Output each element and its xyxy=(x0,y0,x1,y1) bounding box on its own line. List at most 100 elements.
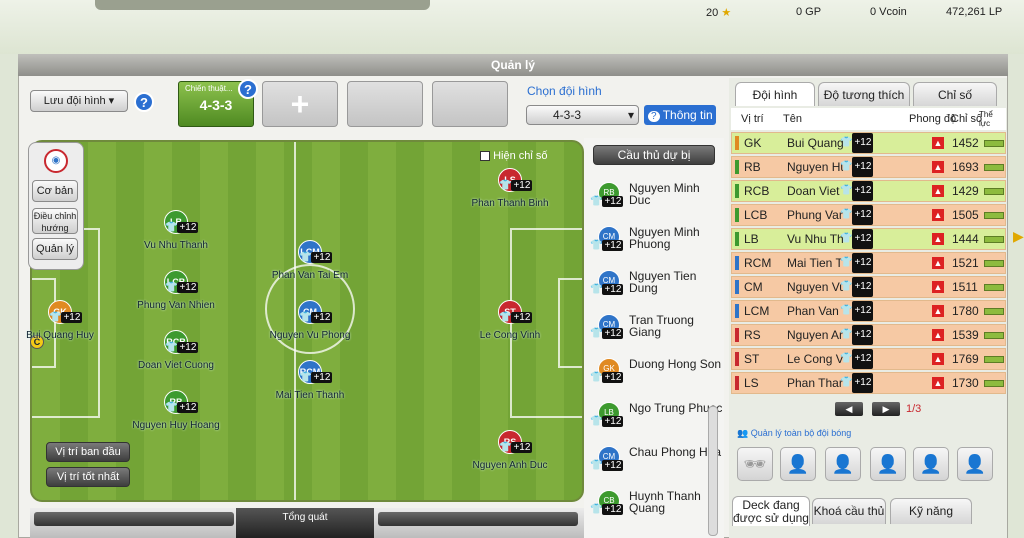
tactic-slot-empty[interactable] xyxy=(432,81,508,127)
row-name: Nguyen Vu xyxy=(787,280,843,294)
bench-scrollbar[interactable] xyxy=(708,406,718,536)
table-row[interactable]: GK Bui Quang 👕 +12 ▲ 1452 xyxy=(731,132,1006,154)
player-marker[interactable]: RB 👕 +12 Nguyen Huy Hoang xyxy=(111,390,241,431)
menu-adjust-direction-button[interactable]: Điều chỉnh hướng xyxy=(32,208,78,234)
tactic-help-icon[interactable]: ? xyxy=(238,79,258,99)
player-hat-icon[interactable]: 👤 xyxy=(913,447,949,481)
next-page-button[interactable]: ▶ xyxy=(872,402,900,416)
player-marker[interactable]: CM 👕 +12 Nguyen Vu Phong xyxy=(245,300,375,341)
row-score: 1444 xyxy=(952,232,979,246)
shirt-icon: 👕 +12 xyxy=(590,328,624,339)
manage-team-link[interactable]: 👥 Quản lý toàn bộ đội bóng xyxy=(737,428,851,439)
form-up-icon: ▲ xyxy=(932,353,944,365)
star-icon: ★ xyxy=(721,7,732,19)
shirt-icon: 👕 +12 xyxy=(590,240,624,251)
bench-player[interactable]: CM 👕 +12 Nguyen Tien Dung xyxy=(588,264,724,308)
save-formation-dropdown[interactable]: Lưu đội hình ▾ xyxy=(30,90,128,112)
show-stats-checkbox[interactable]: Hiện chỉ số xyxy=(480,150,547,162)
tactic-slot-empty[interactable] xyxy=(347,81,423,127)
form-up-icon: ▲ xyxy=(932,329,944,341)
table-row[interactable]: RB Nguyen Hu 👕 +12 ▲ 1693 xyxy=(731,156,1006,178)
position-color-bar xyxy=(735,328,739,342)
original-position-button[interactable]: Vị trí ban đầu xyxy=(46,442,130,462)
stamina-bar xyxy=(984,140,1004,147)
stamina-bar xyxy=(984,236,1004,243)
info-button[interactable]: ? Thông tin xyxy=(644,105,716,125)
tab-formation[interactable]: Đội hình xyxy=(735,82,815,106)
boost-label: +12 xyxy=(852,181,874,201)
player-marker[interactable]: ST 👕 +12 Le Cong Vinh xyxy=(445,300,575,341)
choose-formation-label: Chọn đội hình xyxy=(527,84,602,98)
shirt-icon: 👕 +12 xyxy=(840,229,874,249)
tab-lock-players[interactable]: Khoá cầu thủ xyxy=(812,498,886,524)
boost-label: +12 xyxy=(602,460,624,471)
bench-player[interactable]: CM 👕 +12 Nguyen Minh Phuong xyxy=(588,220,724,264)
formation-select[interactable]: 4-3-3 ▾ xyxy=(526,105,639,125)
bench-player[interactable]: LB 👕 +12 Ngo Trung Phuoc xyxy=(588,396,724,440)
form-up-icon: ▲ xyxy=(932,185,944,197)
boost-label: +12 xyxy=(602,284,624,295)
bench-player[interactable]: CB 👕 +12 Huynh Thanh Quang xyxy=(588,484,724,528)
table-row[interactable]: LCM Phan Van 👕 +12 ▲ 1780 xyxy=(731,300,1006,322)
boost-label: +12 xyxy=(852,157,874,177)
player-marker[interactable]: RCB 👕 +12 Doan Viet Cuong xyxy=(111,330,241,371)
tab-compatibility[interactable]: Độ tương thích xyxy=(818,82,910,106)
table-row[interactable]: RCB Doan Viet 👕 +12 ▲ 1429 xyxy=(731,180,1006,202)
bench-player[interactable]: RB 👕 +12 Nguyen Minh Duc xyxy=(588,176,724,220)
tab-skills[interactable]: Kỹ năng xyxy=(890,498,972,524)
bench-player[interactable]: GK 👕 +12 Duong Hong Son xyxy=(588,352,724,396)
bench-player[interactable]: CM 👕 +12 Tran Truong Giang xyxy=(588,308,724,352)
stamina-bar xyxy=(984,260,1004,267)
player-marker[interactable]: LCB 👕 +12 Phung Van Nhien xyxy=(111,270,241,311)
tab-stats[interactable]: Chỉ số xyxy=(913,82,997,106)
table-row[interactable]: RCM Mai Tien T 👕 +12 ▲ 1521 xyxy=(731,252,1006,274)
tab-deck-in-use[interactable]: Deck đang được sử dụng xyxy=(732,496,810,526)
player-name: Mai Tien Thanh xyxy=(275,390,345,401)
summary-tab[interactable]: Tổng quát xyxy=(236,508,374,538)
prev-page-button[interactable]: ◀ xyxy=(835,402,863,416)
chevron-down-icon: ▾ xyxy=(627,108,634,122)
table-row[interactable]: LCB Phung Van 👕 +12 ▲ 1505 xyxy=(731,204,1006,226)
shirt-icon: 👕 +12 xyxy=(840,205,874,225)
table-row[interactable]: RS Nguyen An 👕 +12 ▲ 1539 xyxy=(731,324,1006,346)
row-score: 1505 xyxy=(952,208,979,222)
boost-label: +12 xyxy=(177,282,199,293)
player-marker[interactable]: LS 👕 +12 Phan Thanh Binh xyxy=(445,168,575,209)
shirt-icon: 👕 +12 xyxy=(840,181,874,201)
row-score: 1511 xyxy=(952,280,978,294)
shirt-icon: 👕 +12 xyxy=(840,133,874,153)
add-tactic-button[interactable]: + xyxy=(262,81,338,127)
menu-basic-button[interactable]: Cơ bản xyxy=(32,180,78,202)
table-row[interactable]: ST Le Cong V 👕 +12 ▲ 1769 xyxy=(731,348,1006,370)
menu-manage-button[interactable]: Quản lý xyxy=(32,238,78,260)
player-name: Le Cong Vinh xyxy=(479,330,541,341)
form-up-icon: ▲ xyxy=(932,257,944,269)
player-marker[interactable]: RCM 👕 +12 Mai Tien Thanh xyxy=(245,360,375,401)
checkbox-box[interactable] xyxy=(480,151,490,162)
stamina-bar xyxy=(984,332,1004,339)
table-row[interactable]: LB Vu Nhu Th 👕 +12 ▲ 1444 xyxy=(731,228,1006,250)
row-score: 1780 xyxy=(952,304,979,318)
player-marker[interactable]: LB 👕 +12 Vu Nhu Thanh xyxy=(111,210,241,251)
row-position: RCM xyxy=(744,256,772,270)
player-marker[interactable]: GK 👕 +12 Bui Quang Huy xyxy=(0,300,125,341)
col-stats: Chỉ số xyxy=(951,113,983,125)
table-row[interactable]: LS Phan Thar 👕 +12 ▲ 1730 xyxy=(731,372,1006,394)
boost-label: +12 xyxy=(852,253,874,273)
sunglasses-icon[interactable]: 🕶 xyxy=(737,447,773,481)
table-row[interactable]: CM Nguyen Vu 👕 +12 ▲ 1511 xyxy=(731,276,1006,298)
row-position: RCB xyxy=(744,184,770,198)
player-marker[interactable]: LCM 👕 +12 Phan Van Tai Em xyxy=(245,240,375,281)
player-transfer-icon[interactable]: 👤 xyxy=(825,447,861,481)
player-marker[interactable]: RS 👕 +12 Nguyen Anh Duc xyxy=(445,430,575,471)
player-up-icon[interactable]: 👤 xyxy=(780,447,816,481)
player-name: Nguyen Vu Phong xyxy=(269,330,351,341)
player-search-icon[interactable]: 👤 xyxy=(957,447,993,481)
stamina-bar xyxy=(984,380,1004,387)
player-add-icon[interactable]: 👤 xyxy=(870,447,906,481)
shirt-icon: 👕 +12 xyxy=(299,372,333,383)
help-icon[interactable]: ? xyxy=(134,92,154,112)
bench-player-name: Nguyen Minh Phuong xyxy=(629,225,700,251)
best-position-button[interactable]: Vị trí tốt nhất xyxy=(46,467,130,487)
bench-player[interactable]: CM 👕 +12 Chau Phong Hoa xyxy=(588,440,724,484)
